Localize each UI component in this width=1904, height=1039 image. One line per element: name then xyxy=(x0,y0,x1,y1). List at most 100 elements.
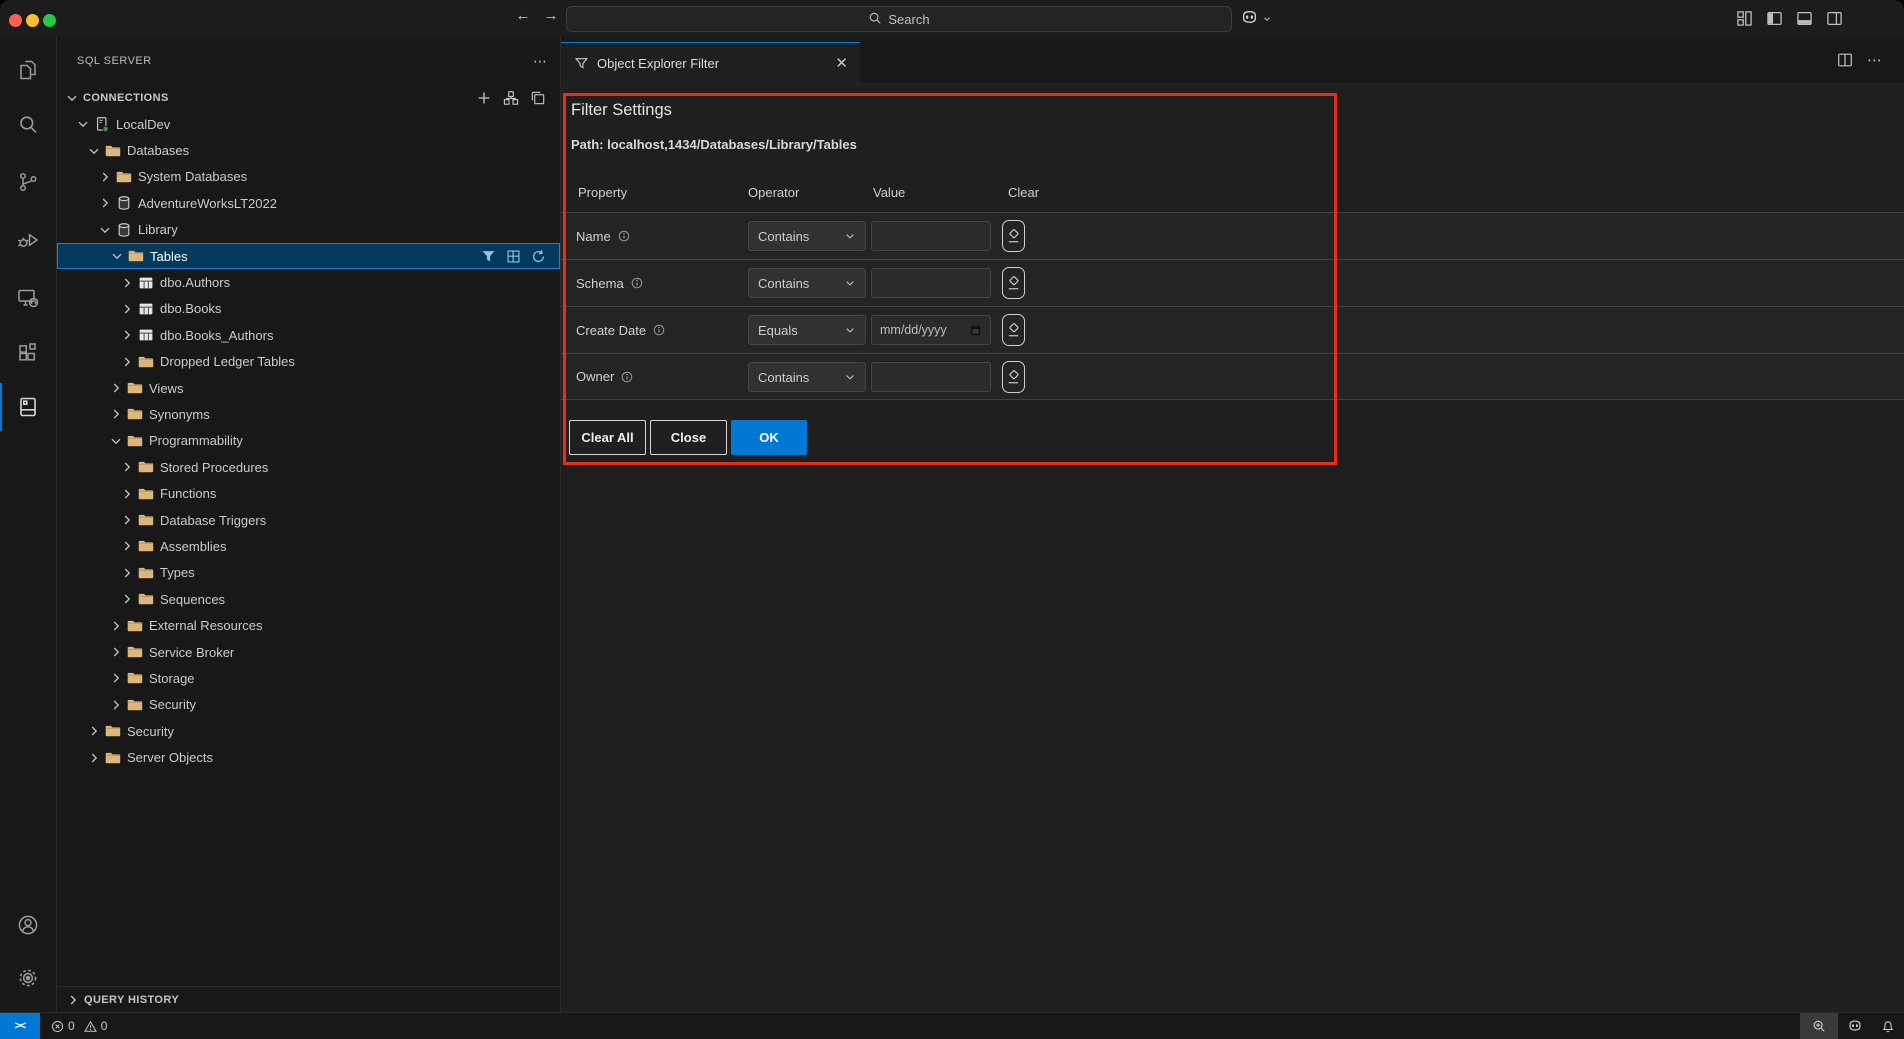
chevron-right-icon[interactable] xyxy=(119,565,135,581)
tree-item-functions[interactable]: Functions xyxy=(57,480,560,506)
chevron-right-icon[interactable] xyxy=(97,195,113,211)
navigate-back-icon[interactable]: ← xyxy=(512,7,534,24)
chevron-right-icon[interactable] xyxy=(108,697,124,713)
maximize-window-button[interactable] xyxy=(43,14,56,27)
activity-bar-item-remote-explorer[interactable] xyxy=(0,276,56,320)
tree-item-sequences[interactable]: Sequences xyxy=(57,586,560,612)
chevron-right-icon[interactable] xyxy=(108,406,124,422)
filter-action-icon[interactable] xyxy=(481,249,496,264)
calendar-icon[interactable] xyxy=(969,324,982,337)
tree-item-assemblies[interactable]: Assemblies xyxy=(57,533,560,559)
tree-item-types[interactable]: Types xyxy=(57,560,560,586)
activity-bar-item-sql-server[interactable] xyxy=(0,385,56,429)
activity-bar-item-source-control[interactable] xyxy=(0,160,56,204)
editor-more-actions-icon[interactable]: ⋯ xyxy=(1867,51,1882,69)
tree-item-localdev[interactable]: LocalDev xyxy=(57,111,560,137)
close-window-button[interactable] xyxy=(9,14,22,27)
chevron-right-icon[interactable] xyxy=(119,512,135,528)
tree-item-service-broker[interactable]: Service Broker xyxy=(57,639,560,665)
clear-filter-button-schema[interactable] xyxy=(1002,267,1025,299)
chevron-down-icon[interactable] xyxy=(109,248,125,264)
operator-select-name[interactable]: Contains xyxy=(748,221,866,251)
chevron-down-icon[interactable] xyxy=(97,222,113,238)
tree-item-library[interactable]: Library xyxy=(57,217,560,243)
tree-item-dbo-authors[interactable]: dbo.Authors xyxy=(57,269,560,295)
clear-filter-button-name[interactable] xyxy=(1002,220,1025,252)
tree-item-tables[interactable]: Tables xyxy=(57,243,560,269)
tree-item-adventureworkslt2022[interactable]: AdventureWorksLT2022 xyxy=(57,190,560,216)
info-icon[interactable] xyxy=(631,277,643,289)
clear-filter-button-create-date[interactable] xyxy=(1002,314,1025,346)
activity-bar-item-extensions[interactable] xyxy=(0,331,56,375)
toggle-secondary-sidebar-icon[interactable] xyxy=(1826,10,1843,27)
chevron-right-icon[interactable] xyxy=(119,354,135,370)
tree-item-synonyms[interactable]: Synonyms xyxy=(57,401,560,427)
activity-bar-item-settings[interactable] xyxy=(0,956,56,1000)
chevron-right-icon[interactable] xyxy=(119,591,135,607)
split-editor-icon[interactable] xyxy=(1837,52,1853,68)
chevron-down-icon[interactable] xyxy=(75,116,91,132)
refresh-action-icon[interactable] xyxy=(531,249,546,264)
query-history-section-header[interactable]: QUERY HISTORY xyxy=(57,986,560,1013)
add-connection-icon[interactable] xyxy=(476,90,492,106)
chevron-right-icon[interactable] xyxy=(108,618,124,634)
chevron-right-icon[interactable] xyxy=(108,644,124,660)
tree-item-dbo-books[interactable]: dbo.Books xyxy=(57,296,560,322)
clear-all-button[interactable]: Clear All xyxy=(569,420,646,455)
value-input-name[interactable] xyxy=(871,221,991,251)
navigate-forward-icon[interactable]: → xyxy=(540,7,562,24)
command-center-search[interactable]: Search xyxy=(566,6,1232,32)
bell-icon[interactable] xyxy=(1872,1013,1904,1039)
copilot-menu[interactable] xyxy=(1240,8,1272,32)
activity-bar-item-account[interactable] xyxy=(0,903,56,947)
tree-item-security[interactable]: Security xyxy=(57,718,560,744)
toggle-primary-sidebar-icon[interactable] xyxy=(1766,10,1783,27)
chevron-right-icon[interactable] xyxy=(86,723,102,739)
tree-item-dbo-books-authors[interactable]: dbo.Books_Authors xyxy=(57,322,560,348)
operator-select-schema[interactable]: Contains xyxy=(748,268,866,298)
tree-item-storage[interactable]: Storage xyxy=(57,665,560,691)
table-grid-action-icon[interactable] xyxy=(506,249,521,264)
minimize-window-button[interactable] xyxy=(26,14,39,27)
chevron-right-icon[interactable] xyxy=(119,486,135,502)
info-icon[interactable] xyxy=(618,230,630,242)
chevron-down-icon[interactable] xyxy=(86,143,102,159)
remote-indicator[interactable]: >< xyxy=(0,1013,40,1039)
value-input-owner[interactable] xyxy=(871,362,991,392)
problems-status[interactable]: 0 0 xyxy=(51,1019,107,1033)
connections-section-header[interactable]: CONNECTIONS xyxy=(57,85,560,111)
tab-object-explorer-filter[interactable]: Object Explorer Filter ✕ xyxy=(561,42,860,83)
activity-bar-item-run-and-debug[interactable] xyxy=(0,218,56,262)
tree-item-programmability[interactable]: Programmability xyxy=(57,428,560,454)
tree-item-database-triggers[interactable]: Database Triggers xyxy=(57,507,560,533)
info-icon[interactable] xyxy=(653,324,665,336)
chevron-right-icon[interactable] xyxy=(119,275,135,291)
tree-item-stored-procedures[interactable]: Stored Procedures xyxy=(57,454,560,480)
copilot-icon[interactable] xyxy=(1838,1013,1872,1039)
chevron-down-icon[interactable] xyxy=(108,433,124,449)
more-actions-icon[interactable]: ⋯ xyxy=(533,53,548,70)
tree-item-system-databases[interactable]: System Databases xyxy=(57,164,560,190)
tree-item-dropped-ledger-tables[interactable]: Dropped Ledger Tables xyxy=(57,349,560,375)
chevron-right-icon[interactable] xyxy=(119,538,135,554)
info-icon[interactable] xyxy=(621,371,633,383)
collapse-all-icon[interactable] xyxy=(530,90,546,106)
chevron-right-icon[interactable] xyxy=(86,750,102,766)
activity-bar-item-search[interactable] xyxy=(0,103,56,147)
chevron-right-icon[interactable] xyxy=(119,301,135,317)
close-tab-icon[interactable]: ✕ xyxy=(835,54,848,72)
ok-button[interactable]: OK xyxy=(731,420,807,455)
chevron-right-icon[interactable] xyxy=(108,380,124,396)
tree-item-databases[interactable]: Databases xyxy=(57,137,560,163)
toggle-panel-icon[interactable] xyxy=(1796,10,1813,27)
customize-layout-icon[interactable] xyxy=(1736,10,1753,27)
chevron-right-icon[interactable] xyxy=(119,327,135,343)
operator-select-create-date[interactable]: Equals xyxy=(748,315,866,345)
clear-filter-button-owner[interactable] xyxy=(1002,361,1025,393)
value-input-create-date[interactable]: mm/dd/yyyy xyxy=(871,315,991,345)
connection-groups-icon[interactable] xyxy=(503,90,519,106)
chevron-right-icon[interactable] xyxy=(97,169,113,185)
activity-bar-item-explorer[interactable] xyxy=(0,48,56,92)
chevron-right-icon[interactable] xyxy=(108,670,124,686)
zoom-in-icon[interactable] xyxy=(1800,1013,1838,1039)
